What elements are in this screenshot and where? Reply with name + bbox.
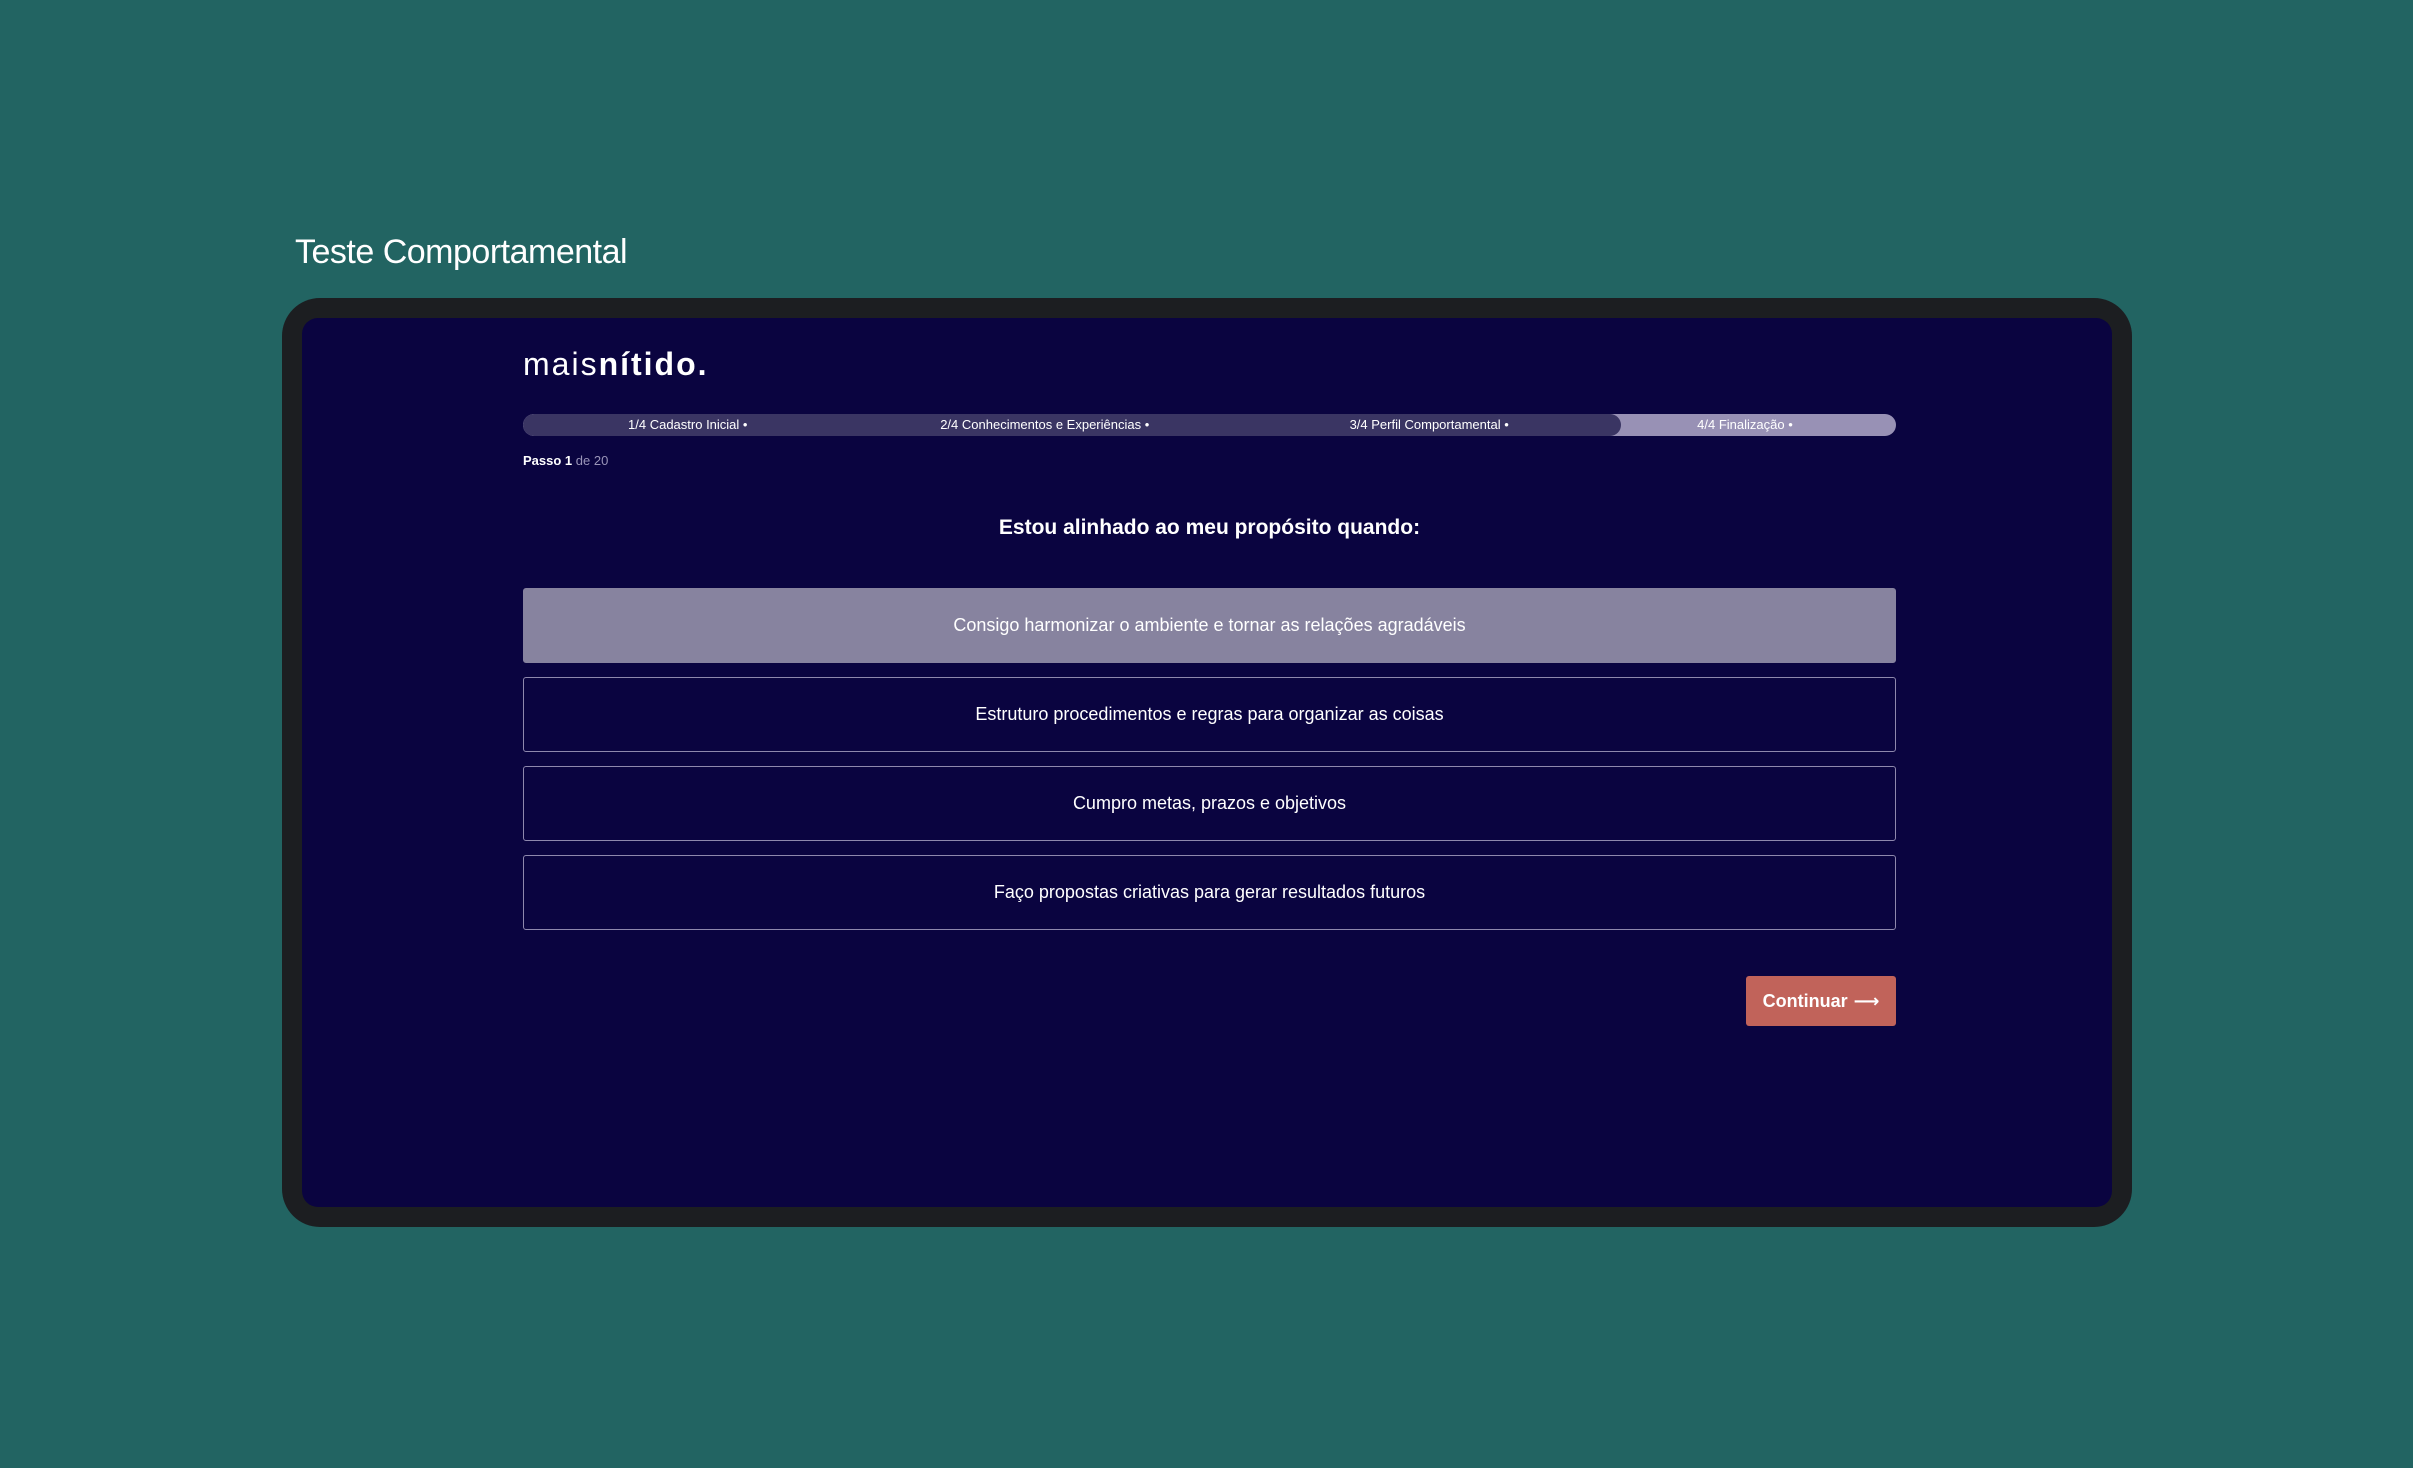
logo-text-light: mais — [523, 346, 599, 382]
progress-step-1: 1/4 Cadastro Inicial • — [628, 417, 748, 432]
continue-button-label: Continuar — [1762, 991, 1848, 1011]
device-frame: maisnítido. 1/4 Cadastro Inicial • 2/4 C… — [282, 298, 2132, 1227]
app-screen: maisnítido. 1/4 Cadastro Inicial • 2/4 C… — [302, 318, 2112, 1207]
step-counter-total: de 20 — [575, 453, 609, 468]
progress-bar: 1/4 Cadastro Inicial • 2/4 Conhecimentos… — [523, 414, 1896, 436]
continue-button[interactable]: Continuar ⟶ — [1746, 976, 1896, 1026]
step-counter: Passo 1 de 20 — [523, 451, 608, 471]
answer-option-3[interactable]: Cumpro metas, prazos e objetivos — [523, 766, 1896, 841]
question-text: Estou alinhado ao meu propósito quando: — [998, 516, 1421, 539]
step-counter-current: Passo 1 — [523, 453, 573, 468]
progress-step-4: 4/4 Finalização • — [1697, 417, 1793, 432]
progress-step-2: 2/4 Conhecimentos e Experiências • — [940, 417, 1150, 432]
logo-text-bold: nítido. — [598, 346, 709, 382]
answer-option-4[interactable]: Faço propostas criativas para gerar resu… — [523, 855, 1896, 930]
answer-option-1[interactable]: Consigo harmonizar o ambiente e tornar a… — [523, 588, 1896, 663]
brand-logo: maisnítido. — [523, 338, 709, 390]
progress-step-3: 3/4 Perfil Comportamental • — [1349, 417, 1509, 432]
page-title: Teste Comportamental — [295, 233, 628, 271]
arrow-right-icon: ⟶ — [1853, 991, 1880, 1011]
answer-option-2[interactable]: Estruturo procedimentos e regras para or… — [523, 677, 1896, 752]
progress-steps: 1/4 Cadastro Inicial • 2/4 Conhecimentos… — [523, 414, 1896, 436]
